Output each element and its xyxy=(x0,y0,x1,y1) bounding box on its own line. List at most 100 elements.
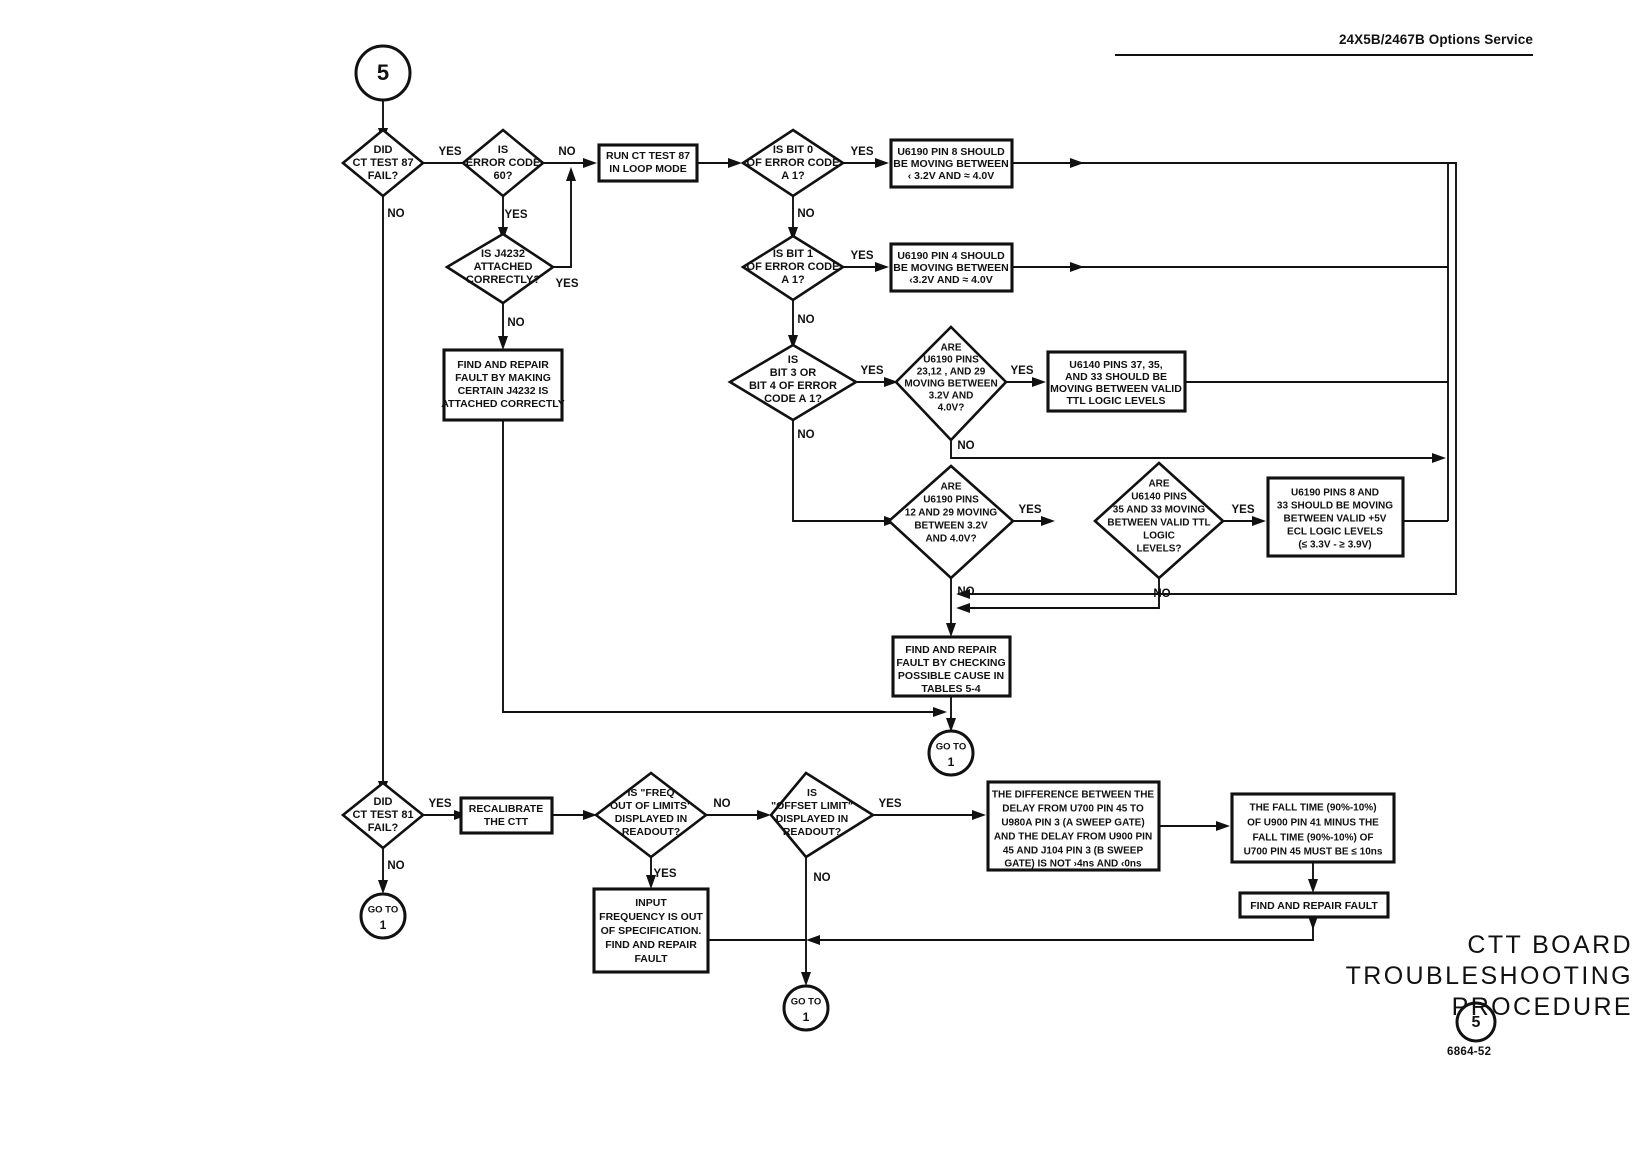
decision-u6190-pins-12-29: ARE U6190 PINS 12 AND 29 MOVING BETWEEN … xyxy=(887,464,1015,580)
process-delay-difference: THE DIFFERENCE BETWEEN THE DELAY FROM U7… xyxy=(986,780,1161,872)
node-line: 4.0V? xyxy=(938,403,965,414)
node-line: LOGIC xyxy=(1143,531,1175,542)
node-line: FAULT BY MAKING xyxy=(455,372,551,384)
node-line: ARE xyxy=(1148,479,1169,490)
node-line: IS J4232 xyxy=(481,248,525,260)
node-line: AND THE DELAY FROM U900 PIN xyxy=(994,832,1152,843)
node-line: ERROR CODE xyxy=(466,157,541,169)
edge-label-no: NO xyxy=(507,317,524,329)
node-line: RECALIBRATE xyxy=(469,803,543,815)
node-line: IS "FREQ xyxy=(628,787,675,799)
connector-goto-label: GO TO xyxy=(936,742,966,753)
process-recalibrate-ctt: RECALIBRATE THE CTT xyxy=(459,796,554,835)
node-line: FIND AND REPAIR xyxy=(605,939,697,951)
node-line: OF ERROR CODE xyxy=(747,157,840,169)
connector-goto-target: 1 xyxy=(948,755,955,769)
node-line: POSSIBLE CAUSE IN xyxy=(898,670,1004,682)
node-line: 35 AND 33 MOVING xyxy=(1113,505,1206,516)
edge-label-no: NO xyxy=(957,440,974,452)
node-line: DISPLAYED IN xyxy=(615,813,688,825)
node-line: INPUT xyxy=(635,897,667,909)
edge-label-no: NO xyxy=(797,208,814,220)
node-line: LEVELS? xyxy=(1136,544,1181,555)
node-line: ‹3.2V AND ≈ 4.0V xyxy=(909,274,993,286)
node-line: "OFFSET LIMIT" xyxy=(771,800,853,812)
process-repair-j4232: FIND AND REPAIR FAULT BY MAKING CERTAIN … xyxy=(441,348,565,422)
node-line: ECL LOGIC LEVELS xyxy=(1287,527,1383,538)
decision-bit-1: IS BIT 1 OF ERROR CODE A 1? xyxy=(740,234,846,302)
node-line: A 1? xyxy=(781,274,805,286)
edge-label-yes: YES xyxy=(1018,504,1041,516)
node-line: ‹ 3.2V AND ≈ 4.0V xyxy=(908,170,995,182)
edge-label-no: NO xyxy=(797,314,814,326)
decision-j4232-attached: IS J4232 ATTACHED CORRECTLY? xyxy=(444,232,556,305)
process-u6140-pins-37-35-33: U6140 PINS 37, 35, AND 33 SHOULD BE MOVI… xyxy=(1046,350,1187,413)
node-line: IN LOOP MODE xyxy=(609,163,686,175)
decision-bit-0: IS BIT 0 OF ERROR CODE A 1? xyxy=(740,128,846,198)
node-line: OF ERROR CODE xyxy=(747,261,840,273)
node-line: BE MOVING BETWEEN xyxy=(893,158,1009,170)
node-line: FAIL? xyxy=(368,170,399,182)
process-u6190-pins-8-33: U6190 PINS 8 AND 33 SHOULD BE MOVING BET… xyxy=(1266,476,1405,558)
node-line: TABLES 5-4 xyxy=(921,683,980,695)
node-line: CORRECTLY? xyxy=(466,274,540,286)
node-line: THE DIFFERENCE BETWEEN THE xyxy=(992,790,1155,801)
node-line: FREQUENCY IS OUT xyxy=(599,911,703,923)
node-line: CT TEST 87 xyxy=(352,157,413,169)
connector-start-label: 5 xyxy=(377,60,389,85)
node-line: 12 AND 29 MOVING xyxy=(905,508,998,519)
node-line: U700 PIN 45 MUST BE ≤ 10ns xyxy=(1244,847,1383,858)
node-line: DID xyxy=(374,144,393,156)
footer-diagram-title: CTT BOARD TROUBLESHOOTING PROCEDURE xyxy=(1333,930,1633,1023)
node-line: IS BIT 0 xyxy=(773,144,813,156)
connector-start-5: 5 xyxy=(354,44,412,102)
node-line: ATTACHED xyxy=(474,261,533,273)
edge-label-yes: YES xyxy=(428,798,451,810)
node-line: MOVING BETWEEN VALID xyxy=(1050,383,1182,395)
edge-label-yes: YES xyxy=(1231,504,1254,516)
decision-u6140-pins-35-33: ARE U6140 PINS 35 AND 33 MOVING BETWEEN … xyxy=(1093,461,1225,580)
decision-offset-limit: IS "OFFSET LIMIT" DISPLAYED IN READOUT? xyxy=(769,771,876,859)
node-line: IS xyxy=(788,354,798,366)
node-line: A 1? xyxy=(781,170,805,182)
decision-u6190-pins-23-12-29: ARE U6190 PINS 23,12 , AND 29 MOVING BET… xyxy=(894,325,1008,442)
node-line: U6190 PINS xyxy=(923,495,979,506)
decision-bit-3-or-4: IS BIT 3 OR BIT 4 OF ERROR CODE A 1? xyxy=(727,343,859,422)
edge-label-no: NO xyxy=(713,798,730,810)
edge-label-no: NO xyxy=(1153,588,1170,600)
process-repair-tables: FIND AND REPAIR FAULT BY CHECKING POSSIB… xyxy=(891,635,1012,698)
node-line: MOVING BETWEEN xyxy=(904,379,997,390)
node-line: BIT 4 OF ERROR xyxy=(749,380,837,392)
edge-label-yes: YES xyxy=(850,146,873,158)
edge-label-yes: YES xyxy=(504,209,527,221)
node-line: FALL TIME (90%-10%) OF xyxy=(1253,833,1374,844)
node-line: READOUT? xyxy=(622,826,680,838)
edge-label-no: NO xyxy=(957,586,974,598)
node-line: CERTAIN J4232 IS xyxy=(458,385,549,397)
node-line: CODE A 1? xyxy=(764,393,822,405)
node-line: BETWEEN VALID +5V xyxy=(1284,514,1387,525)
process-u6190-pin4: U6190 PIN 4 SHOULD BE MOVING BETWEEN ‹3.… xyxy=(889,242,1014,293)
node-line: 3.2V AND xyxy=(929,391,974,402)
node-line: IS xyxy=(807,787,817,799)
node-line: BETWEEN 3.2V xyxy=(914,521,988,532)
node-line: IS BIT 1 xyxy=(773,248,813,260)
process-input-frequency-out-of-spec: INPUT FREQUENCY IS OUT OF SPECIFICATION.… xyxy=(592,887,710,974)
edge-label-no: NO xyxy=(813,872,830,884)
node-line: U6190 PIN 8 SHOULD xyxy=(897,146,1005,158)
node-line: U6140 PINS 37, 35, xyxy=(1069,359,1162,371)
node-line: CT TEST 81 xyxy=(352,809,413,821)
edge-label-no: NO xyxy=(558,146,575,158)
footer-title-line: TROUBLESHOOTING xyxy=(1345,962,1633,990)
connector-goto-label: GO TO xyxy=(791,997,821,1008)
node-line: U6190 PINS xyxy=(923,355,979,366)
edge-label-no: NO xyxy=(797,429,814,441)
node-line: AND 33 SHOULD BE xyxy=(1065,371,1167,383)
node-line: FIND AND REPAIR xyxy=(905,644,997,656)
node-line: DISPLAYED IN xyxy=(776,813,849,825)
node-line: RUN CT TEST 87 xyxy=(606,150,690,162)
node-line: U6140 PINS xyxy=(1131,492,1187,503)
node-line: BIT 3 OR xyxy=(770,367,817,379)
node-line: IS xyxy=(498,144,508,156)
node-line: GATE) IS NOT ›4ns AND ‹0ns xyxy=(1004,859,1142,870)
